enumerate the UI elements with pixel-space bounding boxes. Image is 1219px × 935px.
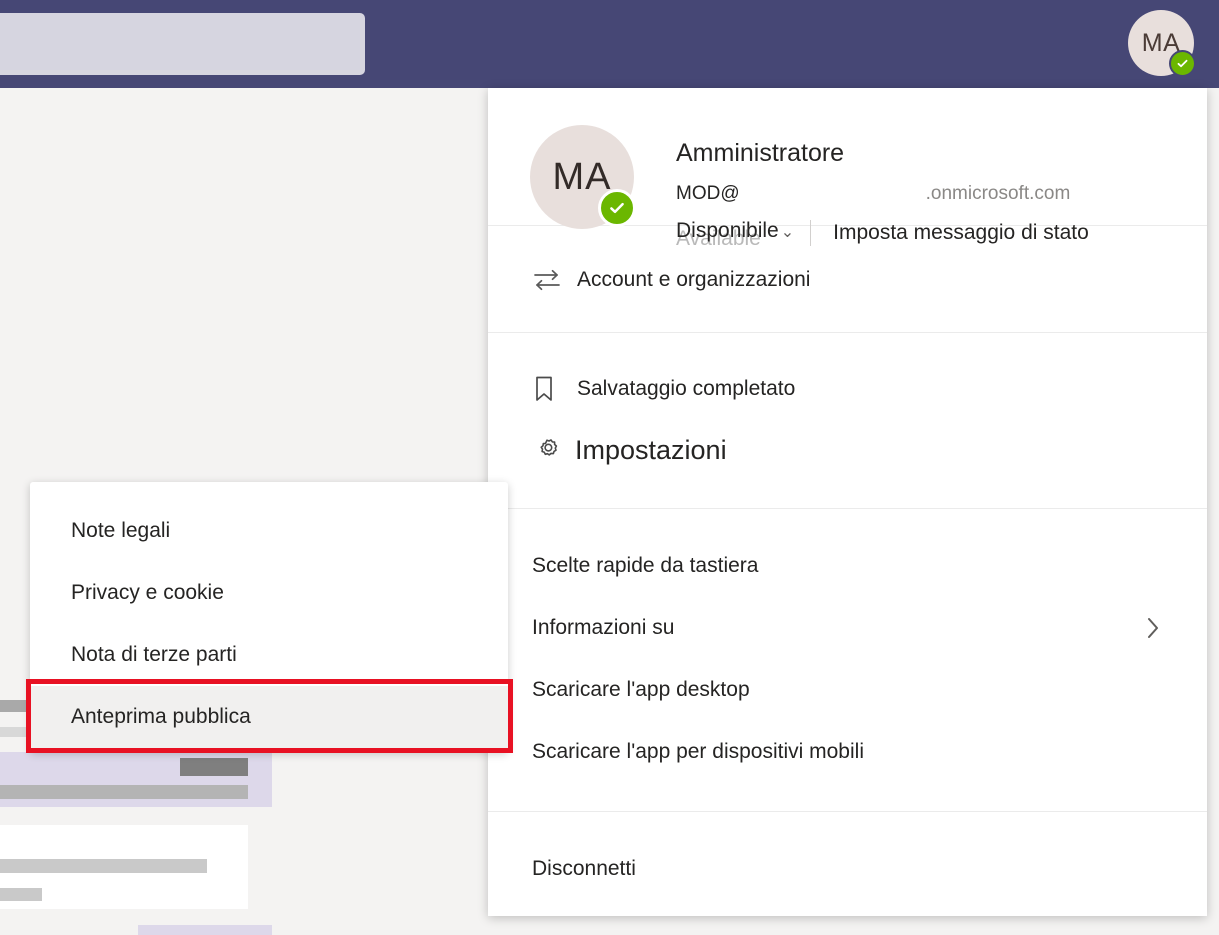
check-icon: [1177, 59, 1188, 68]
submenu-item-note-legali[interactable]: Note legali: [30, 500, 508, 562]
menu-item-label: Impostazioni: [575, 434, 727, 465]
top-navigation-bar: MA: [0, 0, 1219, 88]
background-placeholder-chip: [180, 758, 248, 776]
submenu-list: Note legali Privacy e cookie Nota di ter…: [30, 482, 508, 748]
swap-arrows-icon: [532, 267, 566, 293]
profile-header: MA Amministratore MOD@ .onmicrosoft.com A…: [488, 88, 1207, 249]
menu-item-scaricare-lapp-desktop[interactable]: Scaricare l'app desktop: [488, 659, 1207, 721]
submenu-item-privacy-e-cookie[interactable]: Privacy e cookie: [30, 562, 508, 624]
profile-email: MOD@ .onmicrosoft.com: [676, 184, 1089, 203]
background-card: [0, 825, 248, 909]
submenu-item-anteprima-pubblica[interactable]: Anteprima pubblica: [30, 686, 508, 748]
legal-submenu-flyout: Note legali Privacy e cookie Nota di ter…: [30, 482, 508, 752]
background-placeholder-chip: [0, 785, 248, 799]
menu-item-scelte-rapide-da-tastiera[interactable]: Scelte rapide da tastiera: [488, 535, 1207, 597]
submenu-item-label: Note legali: [71, 519, 171, 542]
presence-available-badge: [598, 189, 636, 227]
check-icon: [610, 202, 624, 214]
avatar[interactable]: MA: [1128, 10, 1196, 77]
profile-avatar[interactable]: MA: [530, 125, 636, 229]
submenu-item-label: Nota di terze parti: [71, 643, 237, 666]
bookmark-icon: [532, 374, 566, 404]
menu-item-label: Disconnetti: [532, 857, 636, 880]
menu-item-label: Salvataggio completato: [577, 377, 796, 400]
menu-item-salvataggio-completato[interactable]: Salvataggio completato: [488, 358, 1207, 420]
menu-item-scaricare-lapp-per-dispositivi-mobili[interactable]: Scaricare l'app per dispositivi mobili: [488, 721, 1207, 783]
menu-item-label: Scelte rapide da tastiera: [532, 554, 759, 577]
background-placeholder-chip: [138, 925, 272, 935]
search-input[interactable]: [0, 13, 365, 75]
menu-item-account-e-organizzazioni[interactable]: Account e organizzazioni: [488, 252, 1207, 308]
menu-item-label: Informazioni su: [532, 616, 675, 639]
profile-flyout-menu: MA Amministratore MOD@ .onmicrosoft.com A…: [488, 88, 1207, 916]
submenu-item-nota-di-terze-parti[interactable]: Nota di terze parti: [30, 624, 508, 686]
chevron-right-icon: [1145, 615, 1161, 641]
background-placeholder-line: [0, 859, 207, 873]
menu-item-impostazioni[interactable]: Impostazioni: [488, 420, 1207, 480]
menu-item-disconnetti[interactable]: Disconnetti: [488, 838, 1207, 900]
submenu-item-label: Privacy e cookie: [71, 581, 224, 604]
menu-item-label: Scaricare l'app desktop: [532, 678, 750, 701]
submenu-item-label: Anteprima pubblica: [71, 705, 251, 728]
background-placeholder-line: [0, 888, 42, 901]
background-selected-row: [0, 752, 272, 807]
menu-group-account: Account e organizzazioni: [488, 226, 1207, 332]
menu-group-saved: Salvataggio completato Impostazioni: [488, 333, 1207, 508]
menu-group-signout: Disconnetti: [488, 812, 1207, 900]
menu-group-links: Scelte rapide da tastiera Informazioni s…: [488, 509, 1207, 811]
menu-item-informazioni-su[interactable]: Informazioni su: [488, 597, 1207, 659]
profile-email-domain: .onmicrosoft.com: [925, 183, 1071, 204]
menu-item-label: Scaricare l'app per dispositivi mobili: [532, 740, 864, 763]
menu-item-label: Account e organizzazioni: [577, 268, 811, 291]
presence-available-badge: [1169, 50, 1196, 77]
gear-icon: [532, 435, 566, 465]
profile-email-local: MOD@: [676, 183, 740, 204]
profile-display-name: Amministratore: [676, 139, 845, 167]
profile-avatar-initials: MA: [552, 155, 612, 198]
